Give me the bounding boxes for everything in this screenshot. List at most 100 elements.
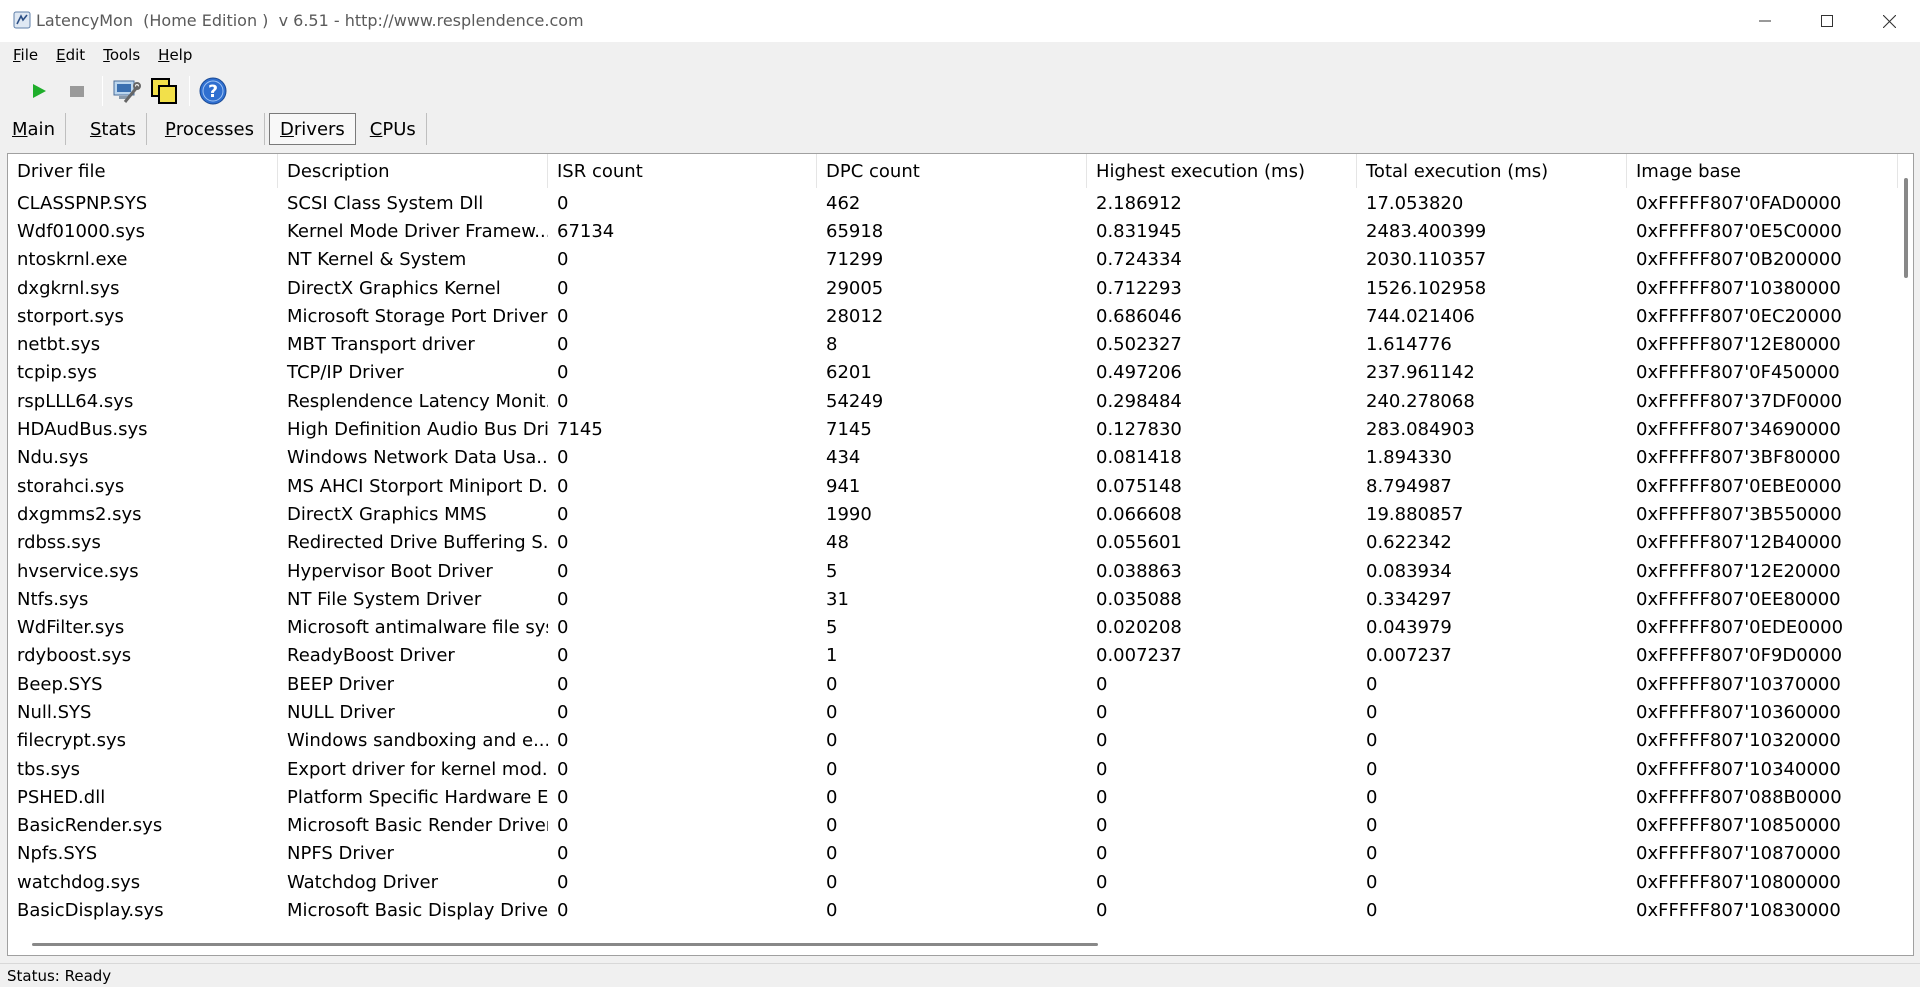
table-row[interactable]: Ntfs.sys NT File System Driver 0 31 0.035088… (8, 585, 1898, 613)
menu-file[interactable]: File (10, 44, 41, 66)
column-header-highest-execution[interactable]: Highest execution (ms) (1087, 154, 1357, 188)
table-row[interactable]: BasicRender.sys Microsoft Basic Render Dr… (8, 812, 1898, 840)
cell-highest-execution: 0.712293 (1096, 277, 1182, 299)
menu-help[interactable]: Help (155, 44, 195, 66)
horizontal-scroll-thumb[interactable] (32, 943, 1098, 946)
cell-image-base: 0xFFFFF807'10320000 (1636, 730, 1841, 752)
cell-image-base: 0xFFFFF807'0E5C0000 (1636, 220, 1842, 242)
table-row[interactable]: watchdog.sys Watchdog Driver 0 0 0 0 0xFFFFF80… (8, 868, 1898, 896)
cell-total-execution: 0 (1366, 730, 1378, 752)
window-title: LatencyMon (Home Edition ) v 6.51 - http… (36, 11, 584, 30)
start-button[interactable] (22, 74, 56, 108)
column-header-driver-file[interactable]: Driver file (8, 154, 278, 188)
column-header-image-base[interactable]: Image base (1627, 154, 1898, 188)
table-header: Driver file Description ISR count DPC co… (8, 154, 1898, 188)
close-button[interactable] (1858, 0, 1920, 42)
status-text: Status: Ready (7, 966, 112, 985)
system-info-button[interactable] (109, 74, 143, 108)
cell-isr-count: 0 (557, 277, 569, 299)
cell-isr-count: 0 (557, 786, 569, 808)
cell-driver-file: Ntfs.sys (17, 588, 89, 610)
cell-highest-execution: 0.055601 (1096, 532, 1182, 554)
table-row[interactable]: WdFilter.sys Microsoft antimalware file s… (8, 613, 1898, 641)
cell-total-execution: 2483.400399 (1366, 220, 1487, 242)
cell-highest-execution: 0 (1096, 673, 1108, 695)
cell-highest-execution: 2.186912 (1096, 192, 1182, 214)
column-header-dpc-count[interactable]: DPC count (817, 154, 1087, 188)
table-row[interactable]: Ndu.sys Windows Network Data Usa... 0 434 0.… (8, 444, 1898, 472)
cell-total-execution: 0 (1366, 786, 1378, 808)
maximize-button[interactable] (1796, 0, 1858, 42)
table-row[interactable]: Npfs.SYS NPFS Driver 0 0 0 0 0xFFFFF807'108700… (8, 840, 1898, 868)
table-row[interactable]: Wdf01000.sys Kernel Mode Driver Framew...… (8, 217, 1898, 245)
cell-total-execution: 237.961142 (1366, 362, 1475, 384)
tab-drivers[interactable]: Drivers (269, 113, 356, 145)
cell-total-execution: 744.021406 (1366, 305, 1475, 327)
vertical-scrollbar[interactable] (1899, 154, 1913, 934)
table-row[interactable]: dxgmms2.sys DirectX Graphics MMS 0 1990 0.06… (8, 500, 1898, 528)
column-header-description[interactable]: Description (278, 154, 548, 188)
horizontal-scrollbar[interactable] (8, 934, 1899, 954)
table-row[interactable]: rdyboost.sys ReadyBoost Driver 0 1 0.007237 0… (8, 642, 1898, 670)
cell-isr-count: 0 (557, 249, 569, 271)
table-row[interactable]: Null.SYS NULL Driver 0 0 0 0 0xFFFFF807'103600… (8, 698, 1898, 726)
cell-driver-file: Wdf01000.sys (17, 220, 145, 242)
table-row[interactable]: tcpip.sys TCP/IP Driver 0 6201 0.497206 237.9… (8, 359, 1898, 387)
cell-isr-count: 0 (557, 334, 569, 356)
table-row[interactable]: netbt.sys MBT Transport driver 0 8 0.502327 1… (8, 330, 1898, 358)
cell-driver-file: dxgkrnl.sys (17, 277, 120, 299)
windows-icon (151, 78, 177, 104)
help-button[interactable]: ? (196, 74, 230, 108)
table-row[interactable]: HDAudBus.sys High Definition Audio Bus Dr… (8, 415, 1898, 443)
table-row[interactable]: filecrypt.sys Windows sandboxing and e...… (8, 727, 1898, 755)
cell-image-base: 0xFFFFF807'10380000 (1636, 277, 1841, 299)
table-row[interactable]: rdbss.sys Redirected Drive Buffering S...… (8, 529, 1898, 557)
cell-driver-file: rdbss.sys (17, 532, 101, 554)
table-row[interactable]: BasicDisplay.sys Microsoft Basic Display … (8, 896, 1898, 924)
table-row[interactable]: storport.sys Microsoft Storage Port Drive… (8, 302, 1898, 330)
table-row[interactable]: ntoskrnl.exe NT Kernel & System 0 71299 0.72… (8, 246, 1898, 274)
table-row[interactable]: CLASSPNP.SYS SCSI Class System Dll 0 462 2.1… (8, 189, 1898, 217)
cell-highest-execution: 0 (1096, 786, 1108, 808)
table-row[interactable]: Beep.SYS BEEP Driver 0 0 0 0 0xFFFFF807'103700… (8, 670, 1898, 698)
tab-cpus[interactable]: C PUs (360, 113, 427, 145)
cell-isr-count: 0 (557, 532, 569, 554)
column-header-isr-count[interactable]: ISR count (548, 154, 817, 188)
windows-button[interactable] (147, 74, 181, 108)
cell-image-base: 0xFFFFF807'10800000 (1636, 871, 1841, 893)
vertical-scroll-thumb[interactable] (1904, 178, 1908, 278)
stop-button[interactable] (60, 74, 94, 108)
cell-dpc-count: 0 (826, 815, 838, 837)
cell-dpc-count: 0 (826, 701, 838, 723)
svg-text:?: ? (208, 82, 218, 102)
tab-processes[interactable]: Processes (151, 113, 266, 145)
menu-edit[interactable]: Edit (53, 44, 88, 66)
table-row[interactable]: storahci.sys MS AHCI Storport Miniport D.… (8, 472, 1898, 500)
play-icon (33, 84, 46, 98)
menu-tools[interactable]: Tools (100, 44, 143, 66)
table-row[interactable]: dxgkrnl.sys DirectX Graphics Kernel 0 29005… (8, 274, 1898, 302)
toolbar-separator (189, 76, 190, 106)
cell-driver-file: rspLLL64.sys (17, 390, 134, 412)
cell-description: Microsoft antimalware file sys... (287, 617, 548, 639)
cell-dpc-count: 0 (826, 843, 838, 865)
table-row[interactable]: tbs.sys Export driver for kernel mod... 0 0… (8, 755, 1898, 783)
cell-image-base: 0xFFFFF807'10830000 (1636, 900, 1841, 922)
table-row[interactable]: hvservice.sys Hypervisor Boot Driver 0 5 0.0… (8, 557, 1898, 585)
cell-driver-file: Ndu.sys (17, 447, 89, 469)
title-bar: LatencyMon (Home Edition ) v 6.51 - http… (0, 0, 1920, 42)
table-row[interactable]: rspLLL64.sys Resplendence Latency Monit..… (8, 387, 1898, 415)
cell-description: Microsoft Storage Port Driver (287, 305, 548, 327)
tab-main[interactable]: Main (2, 113, 66, 145)
column-header-total-execution[interactable]: Total execution (ms) (1357, 154, 1627, 188)
cell-dpc-count: 28012 (826, 305, 884, 327)
cell-driver-file: tcpip.sys (17, 362, 97, 384)
cell-description: NT Kernel & System (287, 249, 467, 271)
cell-total-execution: 8.794987 (1366, 475, 1452, 497)
cell-dpc-count: 0 (826, 900, 838, 922)
minimize-button[interactable] (1734, 0, 1796, 42)
table-row[interactable]: PSHED.dll Platform Specific Hardware E...… (8, 783, 1898, 811)
tab-stats[interactable]: Stats (70, 113, 147, 145)
cell-image-base: 0xFFFFF807'10870000 (1636, 843, 1841, 865)
cell-highest-execution: 0.724334 (1096, 249, 1182, 271)
